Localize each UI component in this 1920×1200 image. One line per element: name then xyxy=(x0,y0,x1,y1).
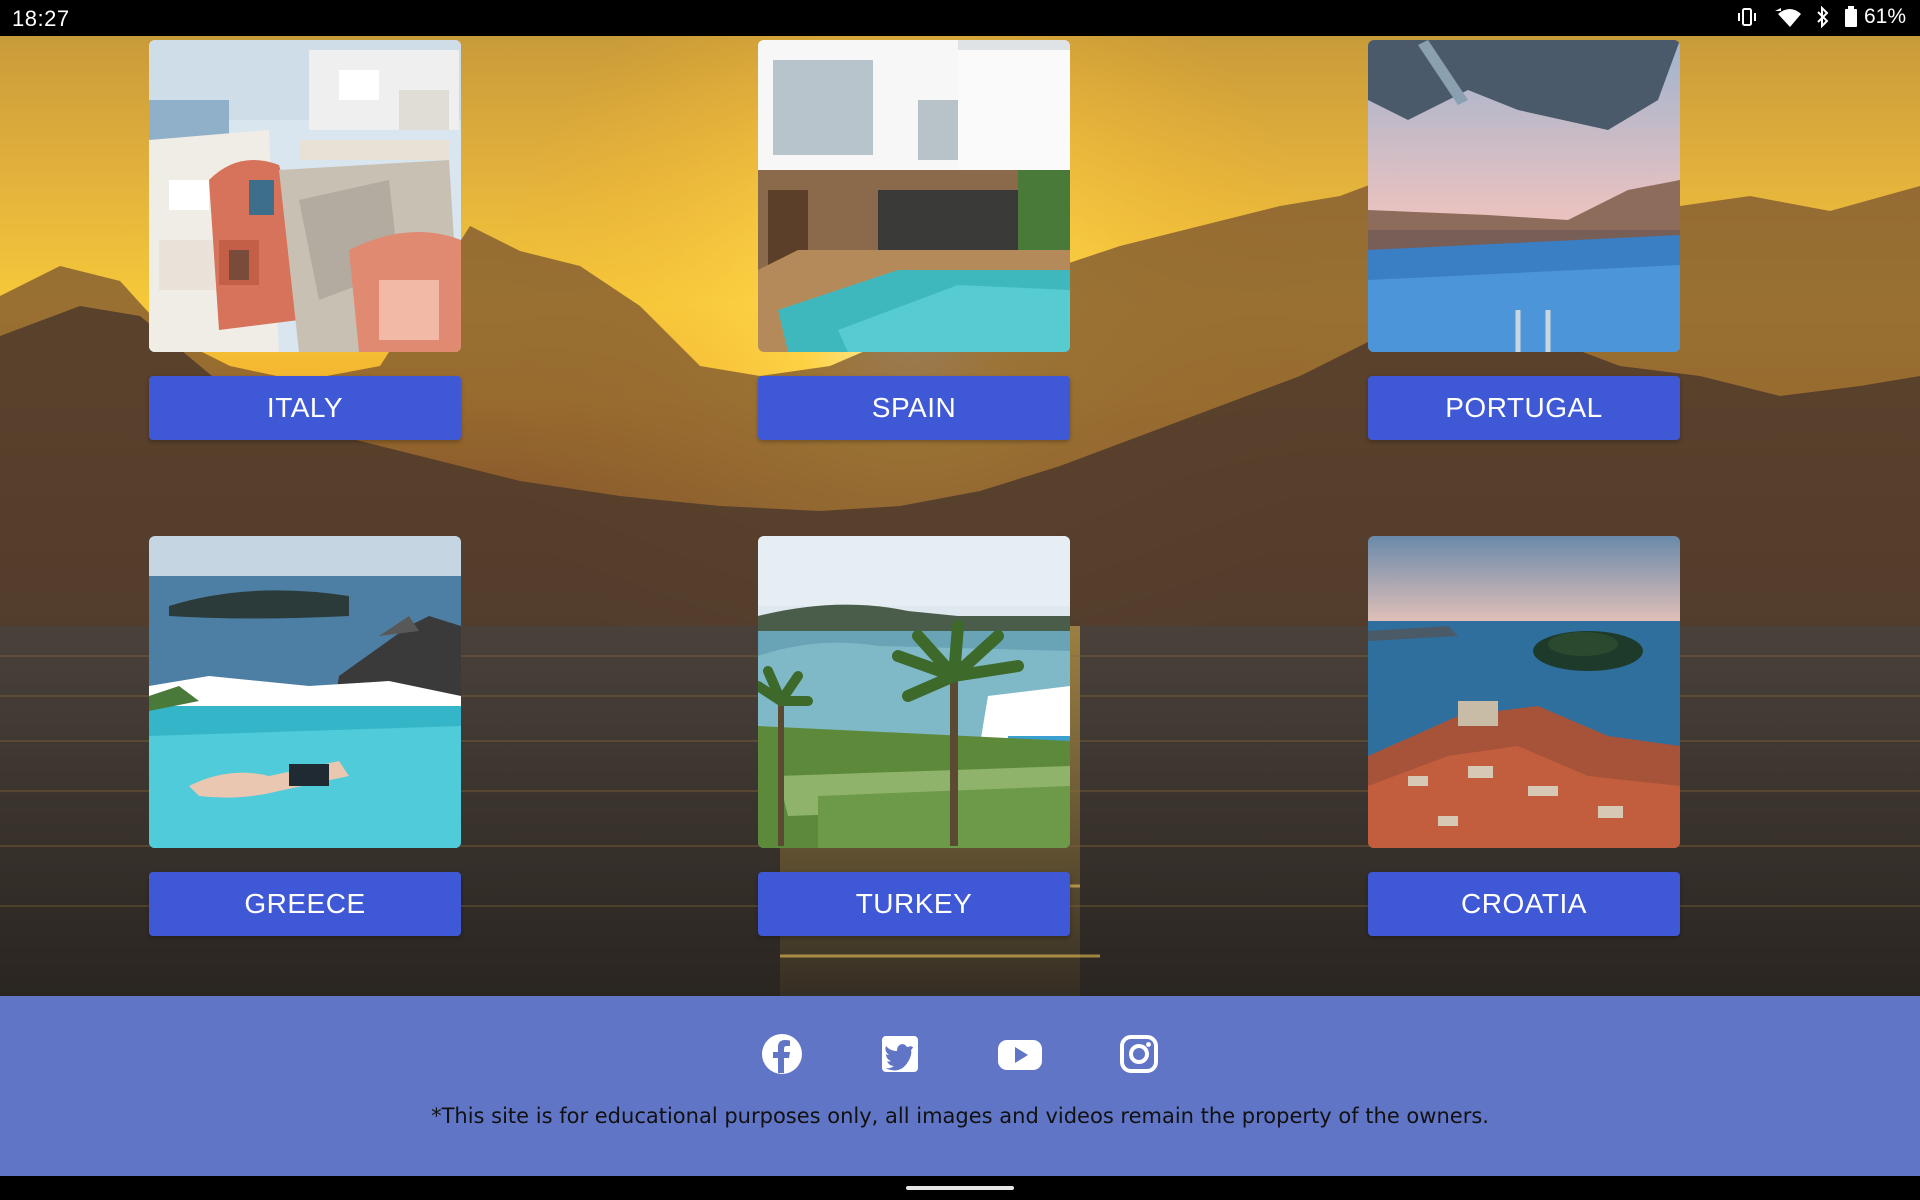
italy-image[interactable] xyxy=(149,40,461,352)
croatia-image[interactable] xyxy=(1368,536,1680,848)
destination-card-croatia: CROATIA xyxy=(1368,536,1680,936)
destination-card-greece: GREECE xyxy=(149,536,461,936)
footer: *This site is for educational purposes o… xyxy=(0,996,1920,1176)
croatia-button[interactable]: CROATIA xyxy=(1368,872,1680,936)
destination-card-portugal: PORTUGAL xyxy=(1368,40,1680,440)
youtube-icon[interactable] xyxy=(997,1031,1043,1077)
twitter-icon[interactable] xyxy=(877,1031,923,1077)
status-bar: 18:27 61% xyxy=(0,0,1920,36)
social-links xyxy=(0,1031,1920,1077)
status-icons: 61% xyxy=(1736,5,1906,29)
navigation-bar xyxy=(0,1176,1920,1200)
turkey-image[interactable] xyxy=(758,536,1070,848)
portugal-image[interactable] xyxy=(1368,40,1680,352)
status-time: 18:27 xyxy=(12,6,70,31)
disclaimer-text: *This site is for educational purposes o… xyxy=(431,1104,1489,1128)
battery-icon xyxy=(1844,6,1857,27)
destination-card-spain: SPAIN xyxy=(758,40,1070,440)
greece-image[interactable] xyxy=(149,536,461,848)
destination-card-turkey: TURKEY xyxy=(758,536,1070,936)
destination-card-italy: ITALY xyxy=(149,40,461,440)
battery-percentage: 61% xyxy=(1863,5,1906,28)
spain-button[interactable]: SPAIN xyxy=(758,376,1070,440)
vibrate-icon xyxy=(1737,8,1756,26)
bluetooth-icon xyxy=(1817,6,1829,28)
instagram-icon[interactable] xyxy=(1116,1031,1162,1077)
sunset-background: ITALY SPAIN PORTUGAL GREECE TURKEY CROAT… xyxy=(0,36,1920,996)
spain-image[interactable] xyxy=(758,40,1070,352)
facebook-icon[interactable] xyxy=(759,1031,805,1077)
home-gesture-handle[interactable] xyxy=(906,1186,1014,1190)
wifi-icon xyxy=(1774,8,1801,27)
greece-button[interactable]: GREECE xyxy=(149,872,461,936)
portugal-button[interactable]: PORTUGAL xyxy=(1368,376,1680,440)
italy-button[interactable]: ITALY xyxy=(149,376,461,440)
turkey-button[interactable]: TURKEY xyxy=(758,872,1070,936)
